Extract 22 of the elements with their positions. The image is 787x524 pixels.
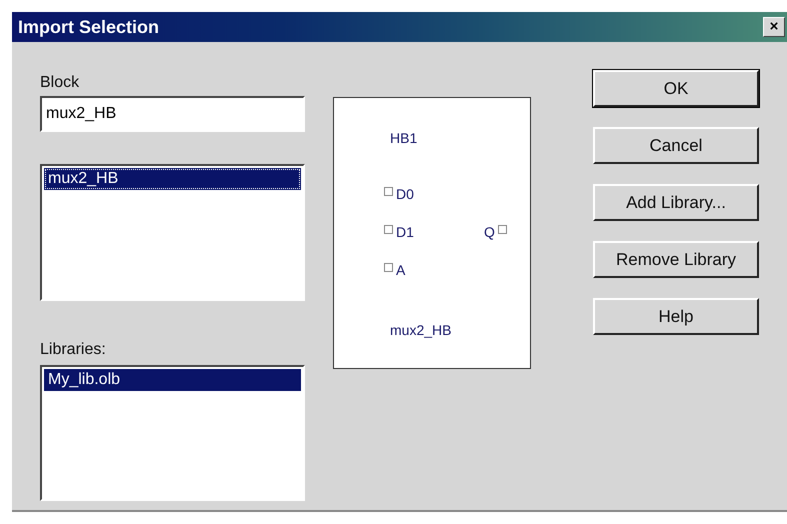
list-item[interactable]: My_lib.olb [44,369,301,391]
pin-icon [498,224,507,234]
window-title: Import Selection [18,16,160,38]
dialog-button[interactable]: OK [593,70,759,107]
pin-name: A [396,262,406,278]
pin-name: Q [484,224,495,240]
part-name: mux2_HB [390,322,452,338]
pin-icon [384,224,393,234]
close-button[interactable]: × [763,17,785,37]
dialog-button[interactable]: Cancel [593,127,759,164]
block-field[interactable]: mux2_HB [40,96,305,132]
list-item[interactable]: mux2_HB [44,168,301,190]
dialog-button[interactable]: Remove Library [593,241,759,278]
dialog-button[interactable]: Help [593,298,759,335]
pin-icon [384,262,393,272]
pin-name: D0 [396,186,414,202]
pin-name: D1 [396,224,414,240]
instance-name: HB1 [390,130,418,146]
block-label: Block [40,74,80,92]
libraries-label: Libraries: [40,341,107,359]
pin-icon [384,186,393,196]
dialog-button[interactable]: Add Library... [593,184,759,221]
